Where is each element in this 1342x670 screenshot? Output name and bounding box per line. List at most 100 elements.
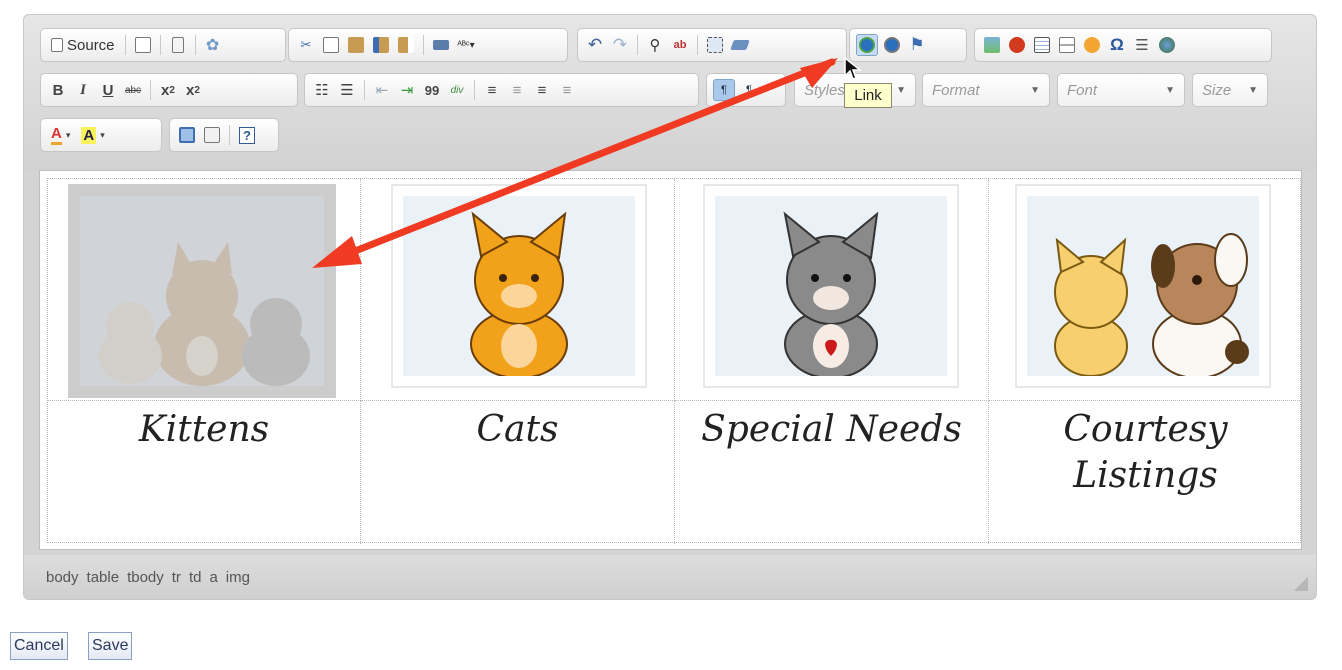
bulleted-list-button[interactable]: ☰ <box>336 79 358 101</box>
smiley-icon <box>1084 37 1100 53</box>
table-cell[interactable] <box>675 179 989 401</box>
page-break-button[interactable]: ☰ <box>1131 34 1153 56</box>
anchor-button[interactable]: ⚑ <box>906 34 928 56</box>
bold-button[interactable]: B <box>47 79 69 101</box>
superscript-button[interactable]: x2 <box>182 79 204 101</box>
redo-button[interactable]: ↷ <box>609 34 631 56</box>
replace-button[interactable]: ab <box>669 34 691 56</box>
courtesy-listings-image[interactable] <box>1015 184 1271 388</box>
select-all-button[interactable] <box>704 34 726 56</box>
table-cell[interactable]: Kittens <box>48 401 361 544</box>
unlink-button[interactable] <box>881 34 903 56</box>
horizontal-rule-button[interactable] <box>1056 34 1078 56</box>
special-char-button[interactable]: Ω <box>1106 34 1128 56</box>
path-item-body[interactable]: body <box>46 569 79 586</box>
hidden-fields-button[interactable]: ✿ <box>202 34 224 56</box>
iframe-button[interactable] <box>1156 34 1178 56</box>
save-button[interactable]: Save <box>88 632 133 660</box>
templates-button[interactable] <box>167 34 189 56</box>
table-cell[interactable] <box>48 179 361 401</box>
about-button[interactable]: ? <box>236 124 258 146</box>
underline-button[interactable]: U <box>97 79 119 101</box>
rtl-button[interactable]: ¶ <box>738 79 760 101</box>
undo-icon: ↶ <box>587 35 603 54</box>
preview-button[interactable] <box>132 34 154 56</box>
caption-line-1: Courtesy <box>1063 409 1228 450</box>
image-icon <box>984 37 1000 53</box>
help-icon: ? <box>239 126 255 144</box>
subscript-button[interactable]: x2 <box>157 79 179 101</box>
link-button[interactable] <box>856 34 878 56</box>
path-item-a[interactable]: a <box>209 569 217 586</box>
table-cell[interactable]: Courtesy Listings <box>989 401 1302 544</box>
path-item-table[interactable]: table <box>87 569 120 586</box>
italic-button[interactable]: I <box>72 79 94 101</box>
cut-button[interactable]: ✂ <box>295 34 317 56</box>
cats-image[interactable] <box>391 184 647 388</box>
rich-text-editor: Source ✿ ✂ ᴬᴮᶜ▾ ↶ ↷ ⚲ ab ⚑ Ω ☰ B I U abc… <box>23 14 1317 600</box>
caption-line-2: Listings <box>1073 455 1218 496</box>
table-cell[interactable] <box>361 179 675 401</box>
kittens-image[interactable] <box>68 184 336 398</box>
numbered-list-button[interactable]: ☷ <box>311 79 333 101</box>
strike-label: abc <box>124 84 142 96</box>
paste-text-icon <box>373 37 389 53</box>
flash-button[interactable] <box>1006 34 1028 56</box>
preview-icon <box>134 37 151 53</box>
cut-icon: ✂ <box>300 37 312 52</box>
element-path-bar: body table tbody tr td a img <box>24 555 1316 599</box>
element-path: body table tbody tr td a img <box>46 569 250 586</box>
resize-handle[interactable] <box>1294 577 1308 591</box>
cancel-button[interactable]: Cancel <box>10 632 68 660</box>
blockquote-button[interactable]: 99 <box>421 79 443 101</box>
image-button[interactable] <box>981 34 1003 56</box>
outdent-button[interactable]: ⇤ <box>371 79 393 101</box>
caption-cats: Cats <box>476 409 559 450</box>
table-button[interactable] <box>1031 34 1053 56</box>
spellcheck-button[interactable]: ᴬᴮᶜ▾ <box>455 34 477 56</box>
table-cell[interactable]: Special Needs <box>675 401 989 544</box>
background-color-button[interactable]: A ▾ <box>77 124 108 146</box>
courtesy-listings-illustration <box>1027 196 1259 376</box>
path-item-tr[interactable]: tr <box>172 569 181 586</box>
maximize-button[interactable] <box>176 124 198 146</box>
paste-button[interactable] <box>345 34 367 56</box>
show-blocks-button[interactable] <box>201 124 223 146</box>
path-item-img[interactable]: img <box>226 569 250 586</box>
remove-format-button[interactable] <box>729 34 751 56</box>
spellcheck-icon: ᴬᴮᶜ▾ <box>457 39 475 51</box>
align-left-button[interactable]: ≡ <box>481 79 503 101</box>
rtl-icon: ¶ <box>746 84 752 96</box>
chevron-down-icon: ▼ <box>1248 84 1258 96</box>
paste-word-button[interactable] <box>395 34 417 56</box>
find-button[interactable]: ⚲ <box>644 34 666 56</box>
copy-button[interactable] <box>320 34 342 56</box>
table-cell[interactable] <box>989 179 1302 401</box>
undo-button[interactable]: ↶ <box>584 34 606 56</box>
justify-button[interactable]: ≡ <box>556 79 578 101</box>
justify-icon: ≡ <box>562 81 572 99</box>
align-right-button[interactable]: ≡ <box>531 79 553 101</box>
text-color-button[interactable]: A ▾ <box>47 124 74 146</box>
indent-button[interactable]: ⇥ <box>396 79 418 101</box>
separator <box>474 80 475 100</box>
special-needs-image[interactable] <box>703 184 959 388</box>
source-button[interactable]: Source <box>47 34 119 56</box>
ltr-button[interactable]: ¶ <box>713 79 735 101</box>
iframe-icon <box>1159 37 1175 53</box>
toolbar-group-colors: A ▾ A ▾ <box>40 118 162 152</box>
create-div-button[interactable]: div <box>446 79 468 101</box>
font-dropdown[interactable]: Font ▼ <box>1057 73 1185 107</box>
format-dropdown[interactable]: Format ▼ <box>922 73 1050 107</box>
editor-content-area[interactable]: Kittens Cats Special Needs Courtesy List… <box>39 170 1302 550</box>
path-item-tbody[interactable]: tbody <box>127 569 164 586</box>
strike-button[interactable]: abc <box>122 79 144 101</box>
align-center-button[interactable]: ≡ <box>506 79 528 101</box>
paste-text-button[interactable] <box>370 34 392 56</box>
table-cell[interactable]: Cats <box>361 401 675 544</box>
print-button[interactable] <box>430 34 452 56</box>
size-dropdown[interactable]: Size ▼ <box>1192 73 1268 107</box>
smiley-button[interactable] <box>1081 34 1103 56</box>
path-item-td[interactable]: td <box>189 569 202 586</box>
table-icon <box>1034 37 1050 53</box>
